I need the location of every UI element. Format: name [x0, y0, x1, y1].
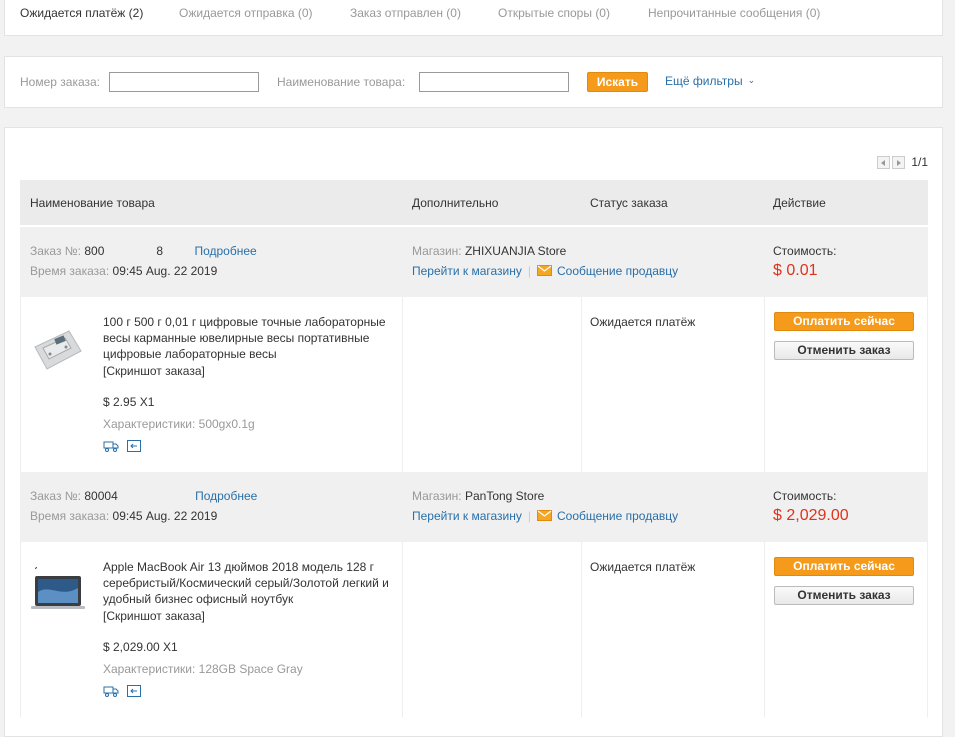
product-specs: Характеристики: 500gx0.1g	[103, 417, 255, 431]
pagination: 1/1	[877, 155, 928, 169]
cancel-order-button[interactable]: Отменить заказ	[774, 586, 914, 605]
product-title[interactable]: 100 г 500 г 0,01 г цифровые точные лабор…	[103, 314, 399, 362]
header-status: Статус заказа	[590, 196, 668, 210]
order-status: Ожидается платёж	[590, 560, 696, 574]
redacted-order-number	[163, 245, 192, 258]
store-label: Магазин:	[412, 489, 462, 503]
tab-open-disputes[interactable]: Открытые споры (0)	[498, 6, 610, 20]
order-status: Ожидается платёж	[590, 315, 696, 329]
message-seller-link[interactable]: Сообщение продавцу	[557, 264, 678, 278]
order-header: Заказ №: 800 8 Подробнее Время заказа: 09…	[20, 227, 928, 297]
store-actions: Перейти к магазину | Сообщение продавцу	[412, 264, 679, 278]
product-name-label: Наименование товара:	[277, 75, 406, 89]
shipping-truck-icon	[103, 441, 119, 452]
price-quantity: $ 2,029.00 X1	[103, 640, 178, 654]
price-quantity: $ 2.95 X1	[103, 395, 155, 409]
order-number-suffix: 8	[156, 244, 164, 258]
page-indicator: 1/1	[911, 155, 928, 169]
order-number-input[interactable]	[109, 72, 259, 92]
header-action: Действие	[773, 196, 826, 210]
go-to-store-link[interactable]: Перейти к магазину	[412, 264, 522, 278]
order-time-value: 09:45 Aug. 22 2019	[112, 509, 218, 523]
order-filters: Номер заказа: Наименование товара: Искат…	[4, 56, 943, 108]
order-number-prefix: 80004	[84, 489, 118, 503]
next-page-icon[interactable]	[892, 155, 906, 169]
product-title[interactable]: Apple MacBook Air 13 дюймов 2018 модель …	[103, 559, 399, 607]
order-time-value: 09:45 Aug. 22 2019	[112, 264, 218, 278]
tab-order-shipped[interactable]: Заказ отправлен (0)	[350, 6, 461, 20]
chevron-down-icon: ⌄	[747, 75, 756, 85]
order-status-tabs: Ожидается платёж (2) Ожидается отправка …	[4, 0, 943, 36]
product-service-icons	[103, 440, 141, 452]
orders-panel: 1/1 Наименование товара Дополнительно Ст…	[4, 127, 943, 737]
order-number-label: Заказ №:	[30, 244, 82, 258]
order-number-prefix: 800	[84, 244, 105, 258]
order-number-label: Заказ №:	[30, 489, 82, 503]
cost-label: Стоимость:	[773, 489, 837, 503]
message-seller-link[interactable]: Сообщение продавцу	[557, 509, 678, 523]
order-time-row: Время заказа: 09:45 Aug. 22 2019	[30, 509, 217, 523]
order-number-row: Заказ №: 80004 Подробнее	[30, 489, 257, 503]
store-name: ZHIXUANJIA Store	[464, 244, 567, 258]
pay-now-button[interactable]: Оплатить сейчас	[774, 557, 914, 576]
order-time-label: Время заказа:	[30, 264, 110, 278]
store-label: Магазин:	[412, 244, 462, 258]
order-details-link[interactable]: Подробнее	[195, 489, 257, 503]
tab-awaiting-payment[interactable]: Ожидается платёж (2)	[20, 6, 143, 20]
header-product: Наименование товара	[30, 196, 155, 210]
pay-now-button[interactable]: Оплатить сейчас	[774, 312, 914, 331]
return-icon	[127, 685, 141, 697]
prev-page-icon[interactable]	[877, 155, 891, 169]
table-header: Наименование товара Дополнительно Статус…	[20, 180, 928, 225]
order-number-label: Номер заказа:	[20, 75, 101, 89]
store-actions: Перейти к магазину | Сообщение продавцу	[412, 509, 679, 523]
store-row: Магазин: ZHIXUANJIA Store	[412, 244, 566, 258]
go-to-store-link[interactable]: Перейти к магазину	[412, 509, 522, 523]
product-specs: Характеристики: 128GB Space Gray	[103, 662, 303, 676]
mail-icon	[537, 510, 552, 521]
product-name-input[interactable]	[419, 72, 569, 92]
order-cost: $ 0.01	[773, 262, 818, 279]
order-item: 100 г 500 г 0,01 г цифровые точные лабор…	[20, 297, 928, 472]
tab-awaiting-shipment[interactable]: Ожидается отправка (0)	[179, 6, 313, 20]
mail-icon	[537, 265, 552, 276]
product-thumbnail[interactable]	[29, 317, 87, 375]
store-row: Магазин: PanTong Store	[412, 489, 544, 503]
order-header: Заказ №: 80004 Подробнее Время заказа: 0…	[20, 472, 928, 542]
order-details-link[interactable]: Подробнее	[194, 244, 256, 258]
order-snapshot-link[interactable]: [Скриншот заказа]	[103, 609, 205, 623]
store-name: PanTong Store	[464, 489, 545, 503]
cost-label: Стоимость:	[773, 244, 837, 258]
order-snapshot-link[interactable]: [Скриншот заказа]	[103, 364, 205, 378]
order-number-row: Заказ №: 800 8 Подробнее	[30, 244, 257, 258]
cancel-order-button[interactable]: Отменить заказ	[774, 341, 914, 360]
product-thumbnail[interactable]	[29, 562, 87, 620]
return-icon	[127, 440, 141, 452]
order-time-label: Время заказа:	[30, 509, 110, 523]
order-time-row: Время заказа: 09:45 Aug. 22 2019	[30, 264, 217, 278]
redacted-order-number	[104, 245, 157, 258]
header-extra: Дополнительно	[412, 196, 499, 210]
more-filters-label: Ещё фильтры	[665, 74, 743, 88]
order-cost: $ 2,029.00	[773, 507, 849, 524]
redacted-order-number	[117, 490, 192, 503]
product-service-icons	[103, 685, 141, 697]
search-button[interactable]: Искать	[587, 72, 648, 92]
order-item: Apple MacBook Air 13 дюймов 2018 модель …	[20, 542, 928, 717]
more-filters-link[interactable]: Ещё фильтры ⌄	[665, 74, 755, 88]
tab-unread-messages[interactable]: Непрочитанные сообщения (0)	[648, 6, 820, 20]
shipping-truck-icon	[103, 686, 119, 697]
